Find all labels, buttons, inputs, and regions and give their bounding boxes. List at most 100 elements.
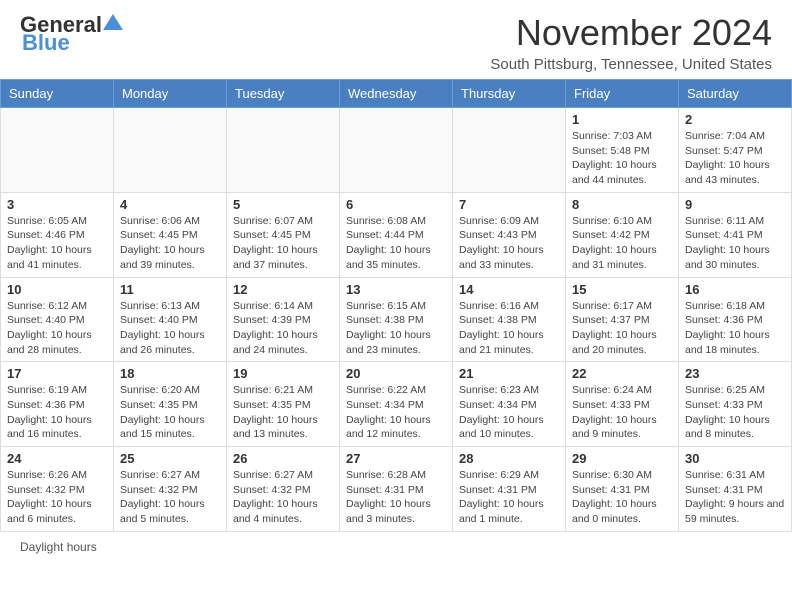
calendar-cell <box>1 108 114 193</box>
calendar-cell: 21 Sunrise: 6:23 AM Sunset: 4:34 PM Dayli… <box>453 362 566 447</box>
day-info: Sunrise: 6:27 AM Sunset: 4:32 PM Dayligh… <box>233 468 333 527</box>
page-header: General Blue November 2024 South Pittsbu… <box>0 0 792 79</box>
calendar-cell: 29 Sunrise: 6:30 AM Sunset: 4:31 PM Dayli… <box>566 447 679 532</box>
day-number: 12 <box>233 282 333 297</box>
day-number: 13 <box>346 282 446 297</box>
calendar-cell <box>227 108 340 193</box>
day-number: 22 <box>572 366 672 381</box>
day-number: 30 <box>685 451 785 466</box>
day-number: 20 <box>346 366 446 381</box>
calendar-cell <box>114 108 227 193</box>
day-info: Sunrise: 6:08 AM Sunset: 4:44 PM Dayligh… <box>346 214 446 273</box>
calendar-cell: 7 Sunrise: 6:09 AM Sunset: 4:43 PM Daylig… <box>453 192 566 277</box>
calendar-cell: 11Sunrise: 6:13 AM Sunset: 4:40 PM Dayli… <box>114 277 227 362</box>
day-info: Sunrise: 6:27 AM Sunset: 4:32 PM Dayligh… <box>120 468 220 527</box>
month-title: November 2024 <box>490 12 772 54</box>
title-block: November 2024 South Pittsburg, Tennessee… <box>490 12 772 73</box>
calendar-cell: 28Sunrise: 6:29 AM Sunset: 4:31 PM Dayli… <box>453 447 566 532</box>
day-info: Sunrise: 7:04 AM Sunset: 5:47 PM Dayligh… <box>685 129 785 188</box>
calendar-cell <box>340 108 453 193</box>
calendar-cell: 4Sunrise: 6:06 AM Sunset: 4:45 PM Daylig… <box>114 192 227 277</box>
day-info: Sunrise: 6:31 AM Sunset: 4:31 PM Dayligh… <box>685 468 785 527</box>
day-number: 26 <box>233 451 333 466</box>
day-info: Sunrise: 6:05 AM Sunset: 4:46 PM Dayligh… <box>7 214 107 273</box>
day-number: 16 <box>685 282 785 297</box>
location: South Pittsburg, Tennessee, United State… <box>490 56 772 73</box>
calendar-cell: 10 Sunrise: 6:12 AM Sunset: 4:40 PM Dayli… <box>1 277 114 362</box>
day-info: Sunrise: 6:07 AM Sunset: 4:45 PM Dayligh… <box>233 214 333 273</box>
calendar-cell: 16 Sunrise: 6:18 AM Sunset: 4:36 PM Dayli… <box>679 277 792 362</box>
calendar-cell: 24Sunrise: 6:26 AM Sunset: 4:32 PM Dayli… <box>1 447 114 532</box>
calendar-cell <box>453 108 566 193</box>
calendar-cell: 23Sunrise: 6:25 AM Sunset: 4:33 PM Dayli… <box>679 362 792 447</box>
day-info: Sunrise: 7:03 AM Sunset: 5:48 PM Dayligh… <box>572 129 672 188</box>
calendar-cell: 9Sunrise: 6:11 AM Sunset: 4:41 PM Daylig… <box>679 192 792 277</box>
calendar-cell: 15 Sunrise: 6:17 AM Sunset: 4:37 PM Dayli… <box>566 277 679 362</box>
day-number: 10 <box>7 282 107 297</box>
logo-blue-text: Blue <box>22 30 70 56</box>
day-number: 18 <box>120 366 220 381</box>
logo: General Blue <box>20 12 123 56</box>
daylight-label: Daylight hours <box>20 540 97 554</box>
calendar-cell: 2 Sunrise: 7:04 AM Sunset: 5:47 PM Daylig… <box>679 108 792 193</box>
day-info: Sunrise: 6:14 AM Sunset: 4:39 PM Dayligh… <box>233 299 333 358</box>
calendar-week-row: 3 Sunrise: 6:05 AM Sunset: 4:46 PM Daylig… <box>1 192 792 277</box>
calendar-cell: 18 Sunrise: 6:20 AM Sunset: 4:35 PM Dayli… <box>114 362 227 447</box>
day-number: 2 <box>685 112 785 127</box>
calendar-day-header: Monday <box>114 80 227 108</box>
calendar-week-row: 1 Sunrise: 7:03 AM Sunset: 5:48 PM Daylig… <box>1 108 792 193</box>
day-info: Sunrise: 6:09 AM Sunset: 4:43 PM Dayligh… <box>459 214 559 273</box>
day-number: 3 <box>7 197 107 212</box>
calendar-cell: 19Sunrise: 6:21 AM Sunset: 4:35 PM Dayli… <box>227 362 340 447</box>
day-number: 29 <box>572 451 672 466</box>
calendar-cell: 17Sunrise: 6:19 AM Sunset: 4:36 PM Dayli… <box>1 362 114 447</box>
day-number: 19 <box>233 366 333 381</box>
calendar-cell: 8 Sunrise: 6:10 AM Sunset: 4:42 PM Daylig… <box>566 192 679 277</box>
day-info: Sunrise: 6:24 AM Sunset: 4:33 PM Dayligh… <box>572 383 672 442</box>
day-info: Sunrise: 6:30 AM Sunset: 4:31 PM Dayligh… <box>572 468 672 527</box>
calendar-day-header: Sunday <box>1 80 114 108</box>
calendar-cell: 14 Sunrise: 6:16 AM Sunset: 4:38 PM Dayli… <box>453 277 566 362</box>
day-info: Sunrise: 6:11 AM Sunset: 4:41 PM Dayligh… <box>685 214 785 273</box>
day-info: Sunrise: 6:17 AM Sunset: 4:37 PM Dayligh… <box>572 299 672 358</box>
calendar-cell: 12 Sunrise: 6:14 AM Sunset: 4:39 PM Dayli… <box>227 277 340 362</box>
calendar-cell: 25 Sunrise: 6:27 AM Sunset: 4:32 PM Dayli… <box>114 447 227 532</box>
calendar-cell: 1 Sunrise: 7:03 AM Sunset: 5:48 PM Daylig… <box>566 108 679 193</box>
day-info: Sunrise: 6:16 AM Sunset: 4:38 PM Dayligh… <box>459 299 559 358</box>
calendar-cell: 13 Sunrise: 6:15 AM Sunset: 4:38 PM Dayli… <box>340 277 453 362</box>
day-number: 23 <box>685 366 785 381</box>
day-number: 14 <box>459 282 559 297</box>
calendar-cell: 6Sunrise: 6:08 AM Sunset: 4:44 PM Daylig… <box>340 192 453 277</box>
day-number: 24 <box>7 451 107 466</box>
day-info: Sunrise: 6:18 AM Sunset: 4:36 PM Dayligh… <box>685 299 785 358</box>
day-info: Sunrise: 6:10 AM Sunset: 4:42 PM Dayligh… <box>572 214 672 273</box>
calendar-header-row: SundayMondayTuesdayWednesdayThursdayFrid… <box>1 80 792 108</box>
calendar-cell: 22 Sunrise: 6:24 AM Sunset: 4:33 PM Dayli… <box>566 362 679 447</box>
calendar-day-header: Tuesday <box>227 80 340 108</box>
day-info: Sunrise: 6:20 AM Sunset: 4:35 PM Dayligh… <box>120 383 220 442</box>
footer: Daylight hours <box>0 532 792 562</box>
day-number: 27 <box>346 451 446 466</box>
calendar-day-header: Saturday <box>679 80 792 108</box>
calendar-week-row: 17Sunrise: 6:19 AM Sunset: 4:36 PM Dayli… <box>1 362 792 447</box>
day-number: 5 <box>233 197 333 212</box>
day-number: 15 <box>572 282 672 297</box>
day-number: 7 <box>459 197 559 212</box>
day-number: 1 <box>572 112 672 127</box>
day-number: 25 <box>120 451 220 466</box>
calendar-table: SundayMondayTuesdayWednesdayThursdayFrid… <box>0 79 792 532</box>
day-number: 21 <box>459 366 559 381</box>
calendar-cell: 20Sunrise: 6:22 AM Sunset: 4:34 PM Dayli… <box>340 362 453 447</box>
calendar-cell: 3 Sunrise: 6:05 AM Sunset: 4:46 PM Daylig… <box>1 192 114 277</box>
calendar-cell: 27 Sunrise: 6:28 AM Sunset: 4:31 PM Dayli… <box>340 447 453 532</box>
calendar-week-row: 10 Sunrise: 6:12 AM Sunset: 4:40 PM Dayli… <box>1 277 792 362</box>
day-info: Sunrise: 6:15 AM Sunset: 4:38 PM Dayligh… <box>346 299 446 358</box>
day-info: Sunrise: 6:28 AM Sunset: 4:31 PM Dayligh… <box>346 468 446 527</box>
calendar-day-header: Thursday <box>453 80 566 108</box>
day-info: Sunrise: 6:12 AM Sunset: 4:40 PM Dayligh… <box>7 299 107 358</box>
calendar-week-row: 24Sunrise: 6:26 AM Sunset: 4:32 PM Dayli… <box>1 447 792 532</box>
day-info: Sunrise: 6:29 AM Sunset: 4:31 PM Dayligh… <box>459 468 559 527</box>
day-info: Sunrise: 6:23 AM Sunset: 4:34 PM Dayligh… <box>459 383 559 442</box>
calendar-day-header: Wednesday <box>340 80 453 108</box>
day-number: 8 <box>572 197 672 212</box>
